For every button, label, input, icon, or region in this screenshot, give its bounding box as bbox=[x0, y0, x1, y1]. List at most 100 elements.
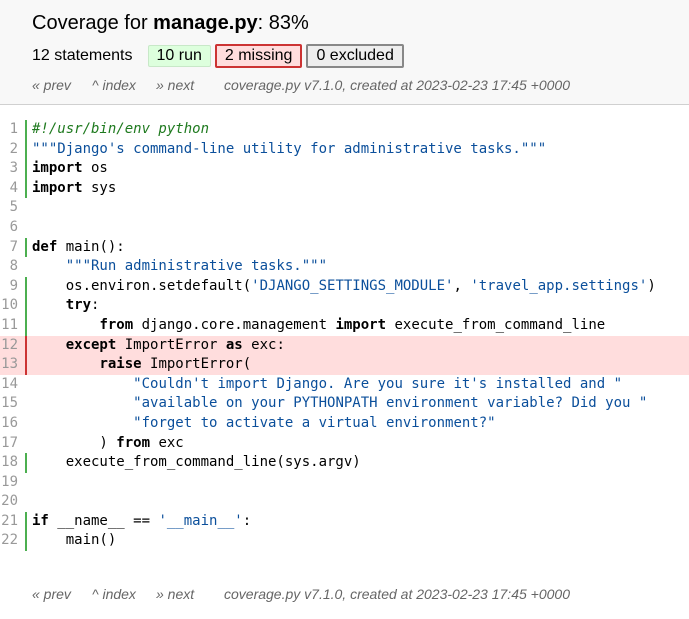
source-line: 6 bbox=[0, 218, 689, 238]
source-line: 17 ) from exc bbox=[0, 434, 689, 454]
line-number[interactable]: 2 bbox=[0, 140, 18, 160]
source-line: 18 execute_from_command_line(sys.argv) bbox=[0, 453, 689, 473]
line-code: """Django's command-line utility for adm… bbox=[32, 140, 546, 160]
code-text: main() bbox=[32, 532, 117, 549]
line-number[interactable]: 11 bbox=[0, 316, 18, 336]
missing-filter-button[interactable]: 2 missing bbox=[214, 44, 303, 68]
source-line: 5 bbox=[0, 198, 689, 218]
coverage-stats: 12 statements 10 run 2 missing 0 exclude… bbox=[32, 43, 408, 69]
line-number[interactable]: 20 bbox=[0, 492, 18, 512]
run-marker bbox=[25, 120, 27, 140]
line-number[interactable]: 14 bbox=[0, 375, 18, 395]
source-line: 19 bbox=[0, 473, 689, 493]
line-number[interactable]: 19 bbox=[0, 473, 18, 493]
line-code: "available on your PYTHONPATH environmen… bbox=[32, 394, 647, 414]
code-string: "available on your PYTHONPATH environmen… bbox=[133, 395, 648, 412]
blank-marker bbox=[25, 218, 27, 238]
statements-count: 12 statements bbox=[32, 47, 133, 64]
source-line: 9 os.environ.setdefault('DJANGO_SETTINGS… bbox=[0, 276, 689, 297]
line-number[interactable]: 21 bbox=[0, 512, 18, 532]
code-string: "forget to activate a virtual environmen… bbox=[133, 414, 496, 431]
run-marker bbox=[25, 178, 27, 199]
source-line: 13 raise ImportError( bbox=[0, 355, 689, 375]
line-code: raise ImportError( bbox=[32, 355, 251, 375]
code-text: execute_from_command_line(sys.argv) bbox=[32, 454, 361, 471]
code-string: """Run administrative tasks.""" bbox=[65, 258, 328, 275]
run-marker bbox=[25, 315, 27, 336]
blank-marker bbox=[25, 198, 27, 218]
line-code: except ImportError as exc: bbox=[32, 336, 285, 356]
code-text: ImportError( bbox=[141, 356, 252, 373]
code-comment: #!/usr/bin/env python bbox=[32, 121, 210, 137]
line-number[interactable]: 3 bbox=[0, 159, 18, 179]
code-string: "Couldn't import Django. Are you sure it… bbox=[133, 375, 623, 392]
line-number[interactable]: 8 bbox=[0, 257, 18, 277]
code-keyword: import bbox=[32, 179, 83, 196]
line-number[interactable]: 16 bbox=[0, 414, 18, 434]
line-number[interactable]: 6 bbox=[0, 218, 18, 238]
code-text: main(): bbox=[57, 238, 125, 255]
index-link[interactable]: ^ index bbox=[92, 586, 156, 602]
code-string: '__main__' bbox=[158, 512, 243, 529]
line-number[interactable]: 12 bbox=[0, 336, 18, 356]
excluded-filter-button[interactable]: 0 excluded bbox=[306, 44, 404, 68]
line-number[interactable]: 4 bbox=[0, 179, 18, 199]
line-number[interactable]: 13 bbox=[0, 355, 18, 375]
line-number[interactable]: 9 bbox=[0, 277, 18, 297]
line-number[interactable]: 10 bbox=[0, 296, 18, 316]
line-code: from django.core.management import execu… bbox=[32, 316, 605, 336]
line-number[interactable]: 7 bbox=[0, 238, 18, 258]
top-nav: « prev ^ index » next coverage.py v7.1.0… bbox=[32, 77, 570, 93]
code-keyword: import bbox=[32, 160, 83, 177]
prev-link[interactable]: « prev bbox=[32, 586, 92, 602]
line-number[interactable]: 1 bbox=[0, 120, 18, 140]
created-info: coverage.py v7.1.0, created at 2023-02-2… bbox=[224, 77, 570, 93]
code-text: sys bbox=[82, 179, 117, 196]
line-number[interactable]: 5 bbox=[0, 198, 18, 218]
next-link[interactable]: » next bbox=[156, 586, 224, 602]
blank-marker bbox=[25, 257, 27, 277]
blank-marker bbox=[25, 375, 27, 395]
line-code: "Couldn't import Django. Are you sure it… bbox=[32, 375, 622, 395]
code-string: 'travel_app.settings' bbox=[470, 277, 648, 294]
line-number[interactable]: 22 bbox=[0, 531, 18, 551]
line-code: import os bbox=[32, 159, 108, 179]
coverage-version-link[interactable]: coverage.py v7.1.0, created at 2023-02-2… bbox=[224, 77, 570, 93]
source-line: 2 """Django's command-line utility for ad… bbox=[0, 139, 689, 160]
title-file-name: manage.py bbox=[153, 12, 258, 34]
code-string: """Django's command-line utility for adm… bbox=[32, 140, 547, 157]
next-link[interactable]: » next bbox=[156, 77, 224, 93]
code-keyword: def bbox=[32, 238, 58, 255]
code-text: exc bbox=[150, 434, 184, 451]
index-link[interactable]: ^ index bbox=[92, 77, 156, 93]
coverage-version-link[interactable]: coverage.py v7.1.0, created at 2023-02-2… bbox=[224, 586, 570, 602]
code-keyword: import bbox=[335, 316, 387, 333]
run-marker bbox=[25, 276, 27, 297]
run-filter-button[interactable]: 10 run bbox=[147, 45, 211, 67]
line-number[interactable]: 18 bbox=[0, 453, 18, 473]
line-code: if __name__ == '__main__': bbox=[32, 512, 251, 532]
code-text: execute_from_command_line bbox=[386, 316, 606, 333]
source-line: 22 main() bbox=[0, 531, 689, 552]
code-text: ) bbox=[32, 434, 117, 451]
line-number[interactable]: 15 bbox=[0, 394, 18, 414]
code-keyword: raise bbox=[99, 356, 142, 373]
code-keyword: try bbox=[65, 297, 92, 314]
page-title: Coverage for manage.py: 83% bbox=[32, 12, 309, 35]
source-listing: 1 #!/usr/bin/env python 2 """Django's comma… bbox=[0, 120, 689, 552]
line-code: main() bbox=[32, 531, 117, 551]
title-prefix: Coverage for bbox=[32, 12, 154, 34]
prev-link[interactable]: « prev bbox=[32, 77, 92, 93]
line-number[interactable]: 17 bbox=[0, 434, 18, 454]
code-text: ) bbox=[647, 277, 656, 294]
source-line: 21 if __name__ == '__main__': bbox=[0, 511, 689, 532]
source-line: 15 "available on your PYTHONPATH environ… bbox=[0, 394, 689, 414]
line-code: try: bbox=[32, 296, 100, 316]
run-marker bbox=[25, 531, 27, 552]
code-string: 'DJANGO_SETTINGS_MODULE' bbox=[251, 277, 454, 294]
